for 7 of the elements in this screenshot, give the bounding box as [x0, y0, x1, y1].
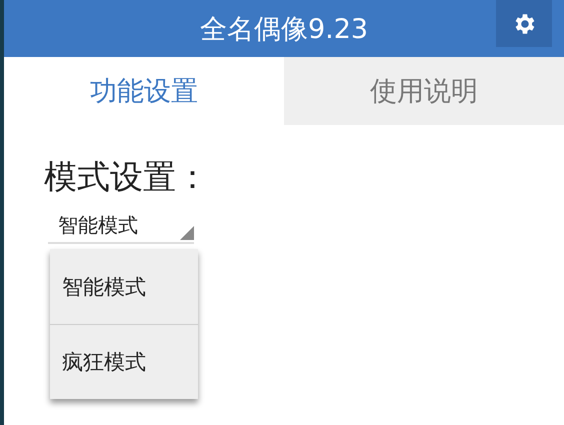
window-title: 全名偶像9.23 [200, 12, 368, 46]
dropdown-option[interactable]: 智能模式 [50, 249, 198, 324]
settings-button[interactable] [496, 0, 552, 47]
tab[interactable]: 使用说明 [284, 57, 564, 125]
section-title: 模式设置： [44, 156, 210, 198]
dropdown-option[interactable]: 疯狂模式 [50, 324, 198, 399]
dropdown-corner-icon [180, 226, 194, 240]
